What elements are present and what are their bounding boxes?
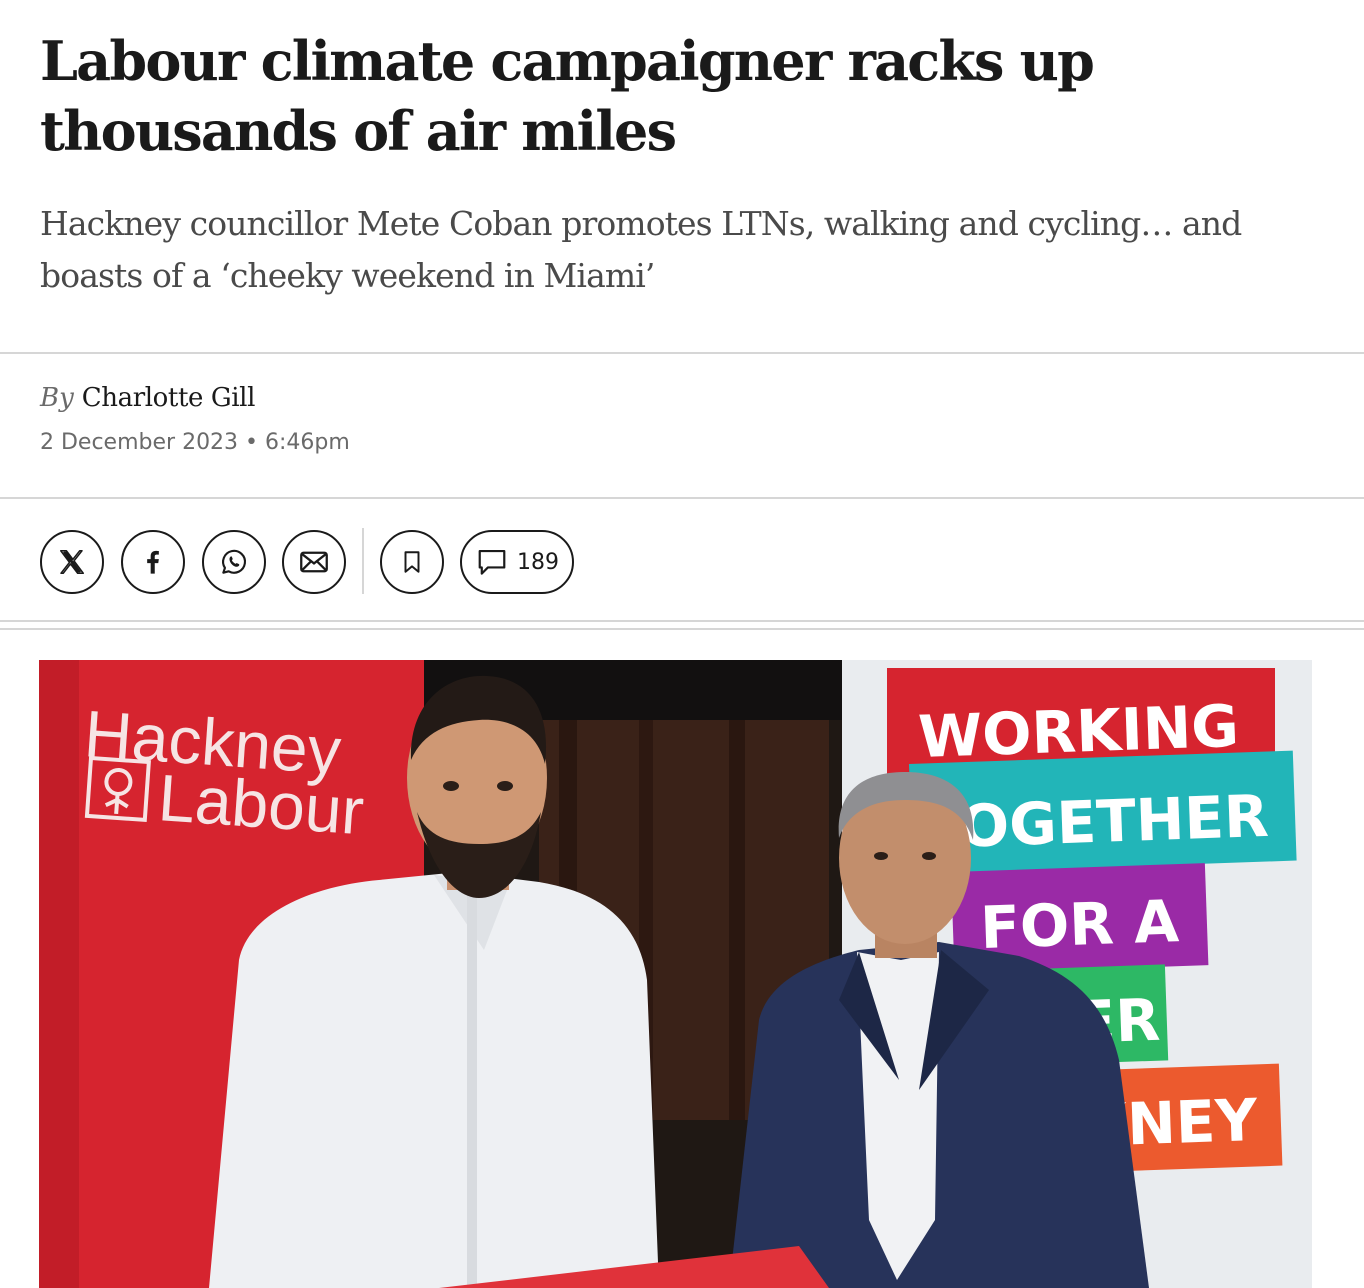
hero-image: Hackney Labour WORKING TOGETHER FOR A TE… <box>39 660 1312 1288</box>
comments-button[interactable]: 189 <box>460 530 574 594</box>
whatsapp-icon <box>222 549 246 574</box>
facebook-icon <box>147 550 159 574</box>
divider <box>0 352 1364 354</box>
bookmark-button[interactable] <box>380 530 444 594</box>
share-toolbar: 189 <box>40 528 640 594</box>
banner-text-labour: Labour <box>156 760 366 848</box>
divider <box>0 628 1364 630</box>
share-x-button[interactable] <box>40 530 104 594</box>
comment-count: 189 <box>517 549 559 575</box>
byline-prefix: By <box>40 383 74 413</box>
bookmark-icon <box>404 551 420 573</box>
byline: By Charlotte Gill <box>40 380 255 416</box>
publish-date: 2 December 2023 • 6:46pm <box>40 430 350 455</box>
slogan-line-3: FOR A <box>979 887 1180 962</box>
article-standfirst: Hackney councillor Mete Coban promotes L… <box>40 204 1242 295</box>
share-facebook-button[interactable] <box>121 530 185 594</box>
x-icon <box>60 550 84 574</box>
author-link[interactable]: Charlotte Gill <box>82 383 256 413</box>
comment-icon <box>478 550 506 575</box>
email-icon <box>300 551 328 573</box>
article-headline: Labour climate campaigner racks up thous… <box>40 29 1095 163</box>
divider <box>0 497 1364 499</box>
toolbar-separator <box>362 528 364 594</box>
divider <box>0 620 1364 622</box>
share-whatsapp-button[interactable] <box>202 530 266 594</box>
share-email-button[interactable] <box>282 530 346 594</box>
